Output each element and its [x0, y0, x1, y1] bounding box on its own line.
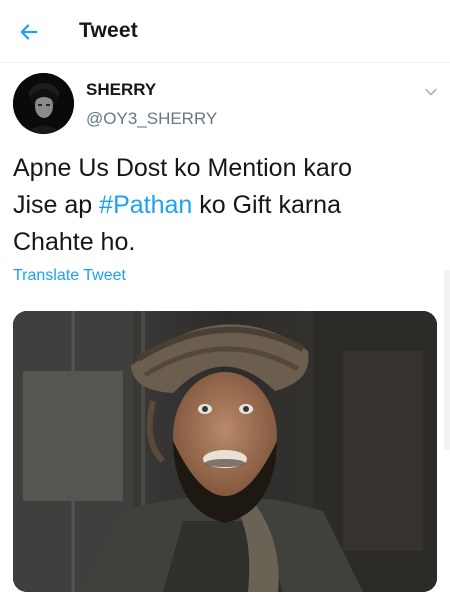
- hashtag-link[interactable]: #Pathan: [99, 191, 192, 219]
- tweet-photo[interactable]: [13, 311, 437, 592]
- page-title: Tweet: [79, 19, 138, 42]
- scroll-edge: [444, 270, 450, 450]
- tweet-text-line-2-prefix: Jise ap: [13, 191, 100, 219]
- tweet-text-line-3: Chahte ho.: [13, 228, 136, 256]
- author-name[interactable]: SHERRY: [86, 80, 156, 100]
- tweet-text-line-1: Apne Us Dost ko Mention karo: [13, 154, 353, 182]
- author-handle[interactable]: @OY3_SHERRY: [86, 109, 217, 129]
- tweet-text-line-2: Jise ap #Pathan ko Gift karna: [13, 187, 438, 224]
- chevron-down-icon: [425, 88, 437, 96]
- tweet-menu-button[interactable]: [421, 82, 441, 102]
- back-button[interactable]: [14, 18, 44, 46]
- arrow-left-icon: [20, 24, 38, 40]
- translate-tweet-link[interactable]: Translate Tweet: [13, 267, 126, 285]
- top-app-bar: Tweet: [0, 0, 450, 63]
- avatar[interactable]: [13, 73, 74, 134]
- tweet-text: Apne Us Dost ko Mention karo Jise ap #Pa…: [13, 150, 438, 261]
- tweet-text-line-2-suffix: ko Gift karna: [192, 191, 341, 219]
